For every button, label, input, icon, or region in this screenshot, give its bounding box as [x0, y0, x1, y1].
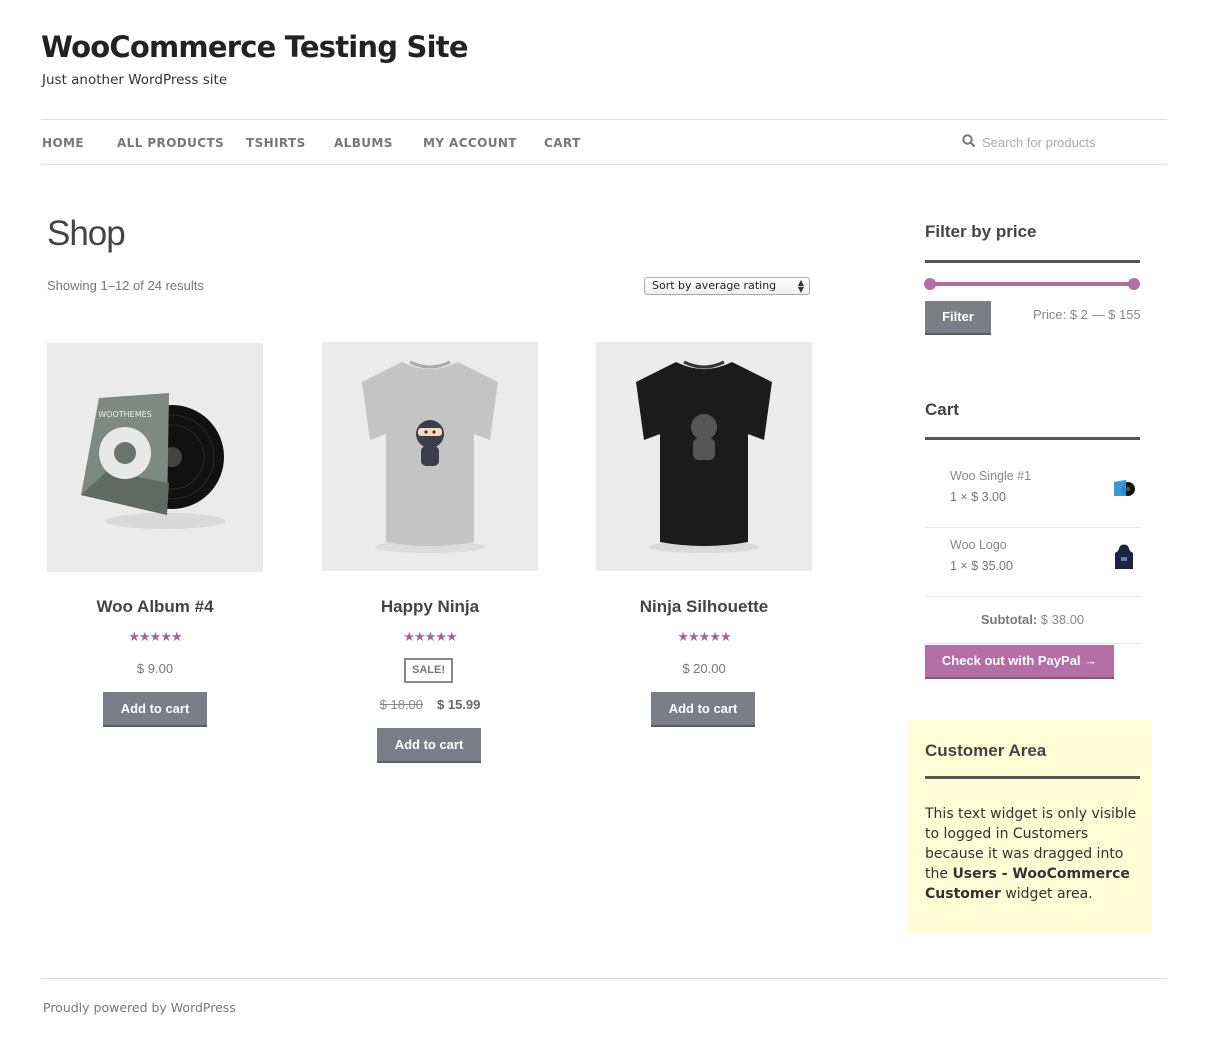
result-count: Showing 1–12 of 24 results: [47, 278, 204, 293]
product-title[interactable]: Ninja Silhouette: [596, 597, 812, 617]
paypal-checkout-button[interactable]: Check out with PayPal →: [925, 645, 1114, 679]
nav-item-all-products[interactable]: ALL PRODUCTS: [117, 136, 224, 150]
product-title[interactable]: Happy Ninja: [322, 597, 538, 617]
cart-item-quantity: 1 × $ 3.00: [950, 490, 1006, 504]
product-card: Happy Ninja ★★★★★ SALE! $ 18.00 $ 15.99 A…: [322, 342, 538, 772]
widget-divider: [925, 776, 1140, 779]
svg-text:WOOTHEMES: WOOTHEMES: [98, 410, 152, 419]
add-to-cart-button[interactable]: Add to cart: [651, 692, 755, 727]
cart-item-name[interactable]: Woo Logo: [950, 538, 1007, 552]
subtotal-value: $ 38.00: [1040, 612, 1085, 627]
product-image-ninja-silhouette[interactable]: [596, 342, 812, 571]
search-form: [961, 132, 1162, 154]
customer-area-text-part: widget area.: [1000, 886, 1093, 902]
nav-item-tshirts[interactable]: TSHIRTS: [246, 136, 306, 150]
cart-item-name[interactable]: Woo Single #1: [950, 469, 1031, 483]
site-title[interactable]: WooCommerce Testing Site: [41, 30, 469, 64]
site-description: Just another WordPress site: [42, 72, 228, 88]
cart-item-thumbnail[interactable]: [1112, 474, 1136, 502]
subtotal-label: Subtotal:: [980, 612, 1038, 627]
search-input[interactable]: [982, 132, 1162, 152]
widget-divider: [925, 260, 1140, 263]
customer-area-text: This text widget is only visible to logg…: [925, 804, 1147, 904]
footer-divider: [41, 978, 1167, 979]
product-card: Ninja Silhouette ★★★★★ $ 20.00 Add to ca…: [596, 342, 812, 732]
sort-select-value: Sort by average rating: [652, 279, 777, 292]
product-image-woo-album[interactable]: WOOTHEMES: [47, 343, 263, 572]
cart-item-quantity: 1 × $ 35.00: [950, 559, 1013, 573]
nav-item-cart[interactable]: CART: [544, 136, 581, 150]
filter-widget-title: Filter by price: [925, 222, 1037, 241]
select-arrows-icon: ▲ ▼: [797, 278, 804, 294]
nav-item-albums[interactable]: ALBUMS: [334, 136, 393, 150]
customer-area-title: Customer Area: [925, 741, 1047, 760]
search-icon[interactable]: [961, 133, 977, 149]
price-slider-min-handle[interactable]: [924, 278, 936, 290]
cart-item-thumbnail[interactable]: [1112, 543, 1136, 571]
cart-item: Woo Single #1 1 × $ 3.00: [925, 459, 1140, 528]
footer-credit[interactable]: Proudly powered by WordPress: [43, 1000, 236, 1015]
sale-badge: SALE!: [404, 658, 453, 683]
price-slider-track[interactable]: [924, 278, 1140, 290]
cart-widget-title: Cart: [925, 400, 960, 419]
cart-item: Woo Logo 1 × $ 35.00: [925, 528, 1140, 597]
rating-stars: ★★★★★: [128, 629, 182, 644]
sale-price: $ 15.99: [437, 697, 481, 712]
filter-button[interactable]: Filter: [925, 301, 991, 335]
product-title[interactable]: Woo Album #4: [47, 597, 263, 617]
product-image-happy-ninja[interactable]: [322, 342, 538, 571]
product-price: $ 9.00: [136, 661, 174, 676]
page-title: Shop: [47, 214, 126, 253]
product-price-group: $ 18.00 $ 15.99: [322, 697, 538, 712]
main-navigation: HOME ALL PRODUCTS TSHIRTS ALBUMS MY ACCO…: [41, 119, 1167, 165]
customer-area-widget: Customer Area This text widget is only v…: [908, 720, 1152, 934]
nav-item-home[interactable]: HOME: [42, 136, 84, 150]
widget-divider: [925, 437, 1140, 440]
nav-item-my-account[interactable]: MY ACCOUNT: [423, 136, 517, 150]
cart-subtotal: Subtotal: $ 38.00: [925, 612, 1140, 627]
price-slider-max-handle[interactable]: [1128, 278, 1140, 290]
product-price: $ 20.00: [682, 661, 726, 676]
rating-stars: ★★★★★: [677, 629, 731, 644]
add-to-cart-button[interactable]: Add to cart: [377, 728, 481, 763]
add-to-cart-button[interactable]: Add to cart: [103, 692, 207, 727]
divider: [925, 643, 1140, 644]
rating-stars: ★★★★★: [403, 629, 457, 644]
old-price: $ 18.00: [379, 697, 423, 712]
price-range-text: Price: $ 2 — $ 155: [1033, 307, 1141, 322]
sort-select[interactable]: Sort by average rating ▲ ▼: [644, 277, 810, 295]
product-card: WOOTHEMES Woo Album #4 ★★★★★ $ 9.00 Add …: [47, 343, 263, 733]
